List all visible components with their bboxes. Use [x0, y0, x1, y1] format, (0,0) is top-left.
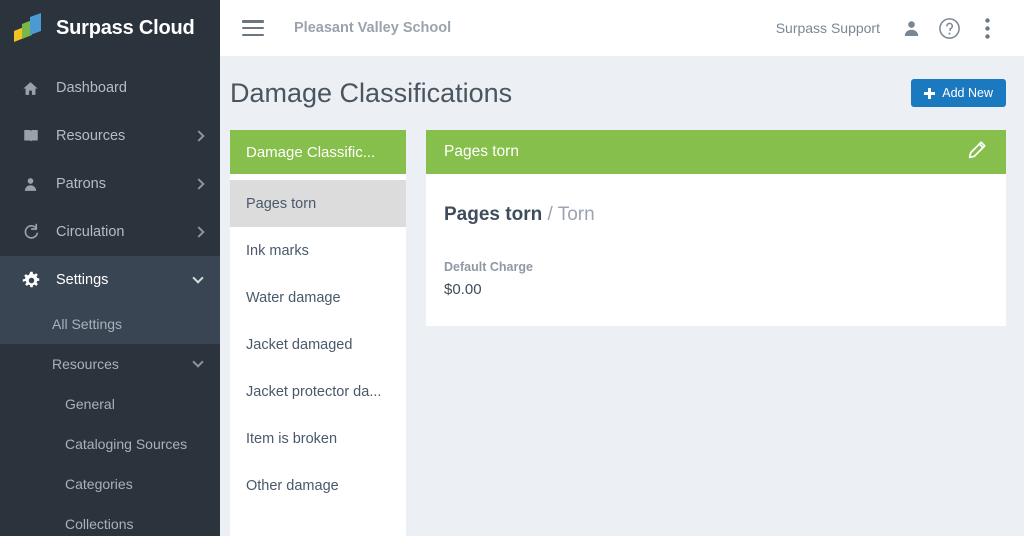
surpass-books-logo-icon: [14, 13, 41, 42]
list-item-label: Pages torn: [246, 195, 317, 212]
content-area: Damage Classific... Pages torn Ink marks…: [220, 130, 1024, 536]
sidebar-subitem-label: All Settings: [52, 316, 123, 332]
list-item[interactable]: Pages torn: [230, 180, 406, 227]
page-header: Damage Classifications Add New: [220, 56, 1024, 130]
sidebar-item-settings[interactable]: Settings: [0, 256, 220, 304]
list-item-label: Jacket protector da...: [246, 383, 382, 400]
sidebar-item-label: Settings: [56, 272, 109, 288]
detail-name-subtype: Torn: [557, 204, 595, 225]
list-item-label: Item is broken: [246, 430, 338, 447]
sidebar-item-label: Dashboard: [56, 80, 127, 96]
classification-detail-panel: Pages torn Pages torn / Torn Default Cha…: [426, 130, 1006, 326]
settings-group: Settings All Settings: [0, 256, 220, 344]
sidebar-item-label: Circulation: [56, 224, 125, 240]
sidebar-item-categories[interactable]: Categories: [0, 464, 220, 504]
home-icon: [22, 80, 44, 97]
sidebar-subitem-label: Collections: [65, 516, 134, 532]
chevron-right-icon: [194, 131, 204, 141]
chevron-right-icon: [194, 227, 204, 237]
list-item[interactable]: Item is broken: [230, 415, 406, 462]
sidebar-item-cataloging-sources[interactable]: Cataloging Sources: [0, 424, 220, 464]
main-area: Pleasant Valley School Surpass Support D…: [220, 0, 1024, 536]
list-item[interactable]: Other damage: [230, 462, 406, 509]
sidebar-item-collections[interactable]: Collections: [0, 504, 220, 536]
sidebar-subitem-label: General: [65, 396, 115, 412]
list-item[interactable]: Ink marks: [230, 227, 406, 274]
classification-list: Pages torn Ink marks Water damage Jacket…: [230, 174, 406, 536]
detail-panel-header: Pages torn: [426, 130, 1006, 174]
list-item-label: Jacket damaged: [246, 336, 353, 353]
help-circle-icon[interactable]: [930, 9, 968, 47]
detail-panel-title: Pages torn: [444, 143, 519, 160]
hamburger-icon[interactable]: [242, 20, 264, 36]
sidebar-nav: Dashboard Resources Patrons Circulation …: [0, 56, 220, 536]
sidebar-subitem-label: Categories: [65, 476, 133, 492]
list-item-label: Ink marks: [246, 242, 309, 259]
app-root: Surpass Cloud Dashboard Resources Patron…: [0, 0, 1024, 536]
user-account-icon[interactable]: [892, 9, 930, 47]
sidebar-item-label: Patrons: [56, 176, 106, 192]
list-item[interactable]: Jacket damaged: [230, 321, 406, 368]
school-name: Pleasant Valley School: [294, 20, 452, 36]
more-vertical-icon[interactable]: [968, 9, 1006, 47]
detail-name-primary: Pages torn: [444, 204, 543, 225]
sidebar-item-dashboard[interactable]: Dashboard: [0, 64, 220, 112]
brand[interactable]: Surpass Cloud: [0, 0, 220, 56]
sidebar-subitem-label: Resources: [52, 356, 119, 372]
sidebar-item-settings-resources[interactable]: Resources: [0, 344, 220, 384]
list-item-label: Water damage: [246, 289, 341, 306]
sidebar-item-resources[interactable]: Resources: [0, 112, 220, 160]
pencil-icon[interactable]: [966, 139, 988, 166]
sidebar-item-label: Resources: [56, 128, 126, 144]
sidebar-item-patrons[interactable]: Patrons: [0, 160, 220, 208]
refresh-icon: [22, 223, 44, 241]
add-new-button[interactable]: Add New: [911, 79, 1006, 107]
list-item[interactable]: Jacket protector da...: [230, 368, 406, 415]
default-charge-value: $0.00: [444, 281, 482, 298]
sidebar: Surpass Cloud Dashboard Resources Patron…: [0, 0, 220, 536]
top-bar: Pleasant Valley School Surpass Support: [220, 0, 1024, 56]
chevron-right-icon: [194, 179, 204, 189]
book-icon: [22, 127, 44, 145]
list-item[interactable]: Water damage: [230, 274, 406, 321]
page-title: Damage Classifications: [230, 77, 513, 108]
sidebar-item-all-settings[interactable]: All Settings: [0, 304, 220, 344]
sidebar-subitem-label: Cataloging Sources: [65, 436, 188, 452]
detail-name-separator: /: [542, 204, 558, 225]
classification-list-panel: Damage Classific... Pages torn Ink marks…: [230, 130, 406, 536]
chevron-down-icon: [194, 359, 204, 369]
add-new-label: Add New: [942, 86, 993, 100]
top-bar-right: Surpass Support: [776, 9, 1006, 47]
detail-name-heading: Pages torn / Torn: [444, 204, 988, 226]
user-name: Surpass Support: [775, 20, 880, 36]
gear-icon: [22, 271, 44, 290]
default-charge-label: Default Charge: [444, 260, 533, 274]
plus-icon: [924, 87, 936, 99]
sidebar-item-circulation[interactable]: Circulation: [0, 208, 220, 256]
detail-panel-body: Pages torn / Torn Default Charge $0.00: [426, 174, 1006, 326]
sidebar-item-general[interactable]: General: [0, 384, 220, 424]
list-panel-header: Damage Classific...: [230, 130, 406, 174]
list-item-label: Other damage: [246, 477, 339, 494]
chevron-down-icon: [194, 275, 204, 285]
person-icon: [22, 176, 44, 193]
brand-name: Surpass Cloud: [56, 16, 195, 39]
